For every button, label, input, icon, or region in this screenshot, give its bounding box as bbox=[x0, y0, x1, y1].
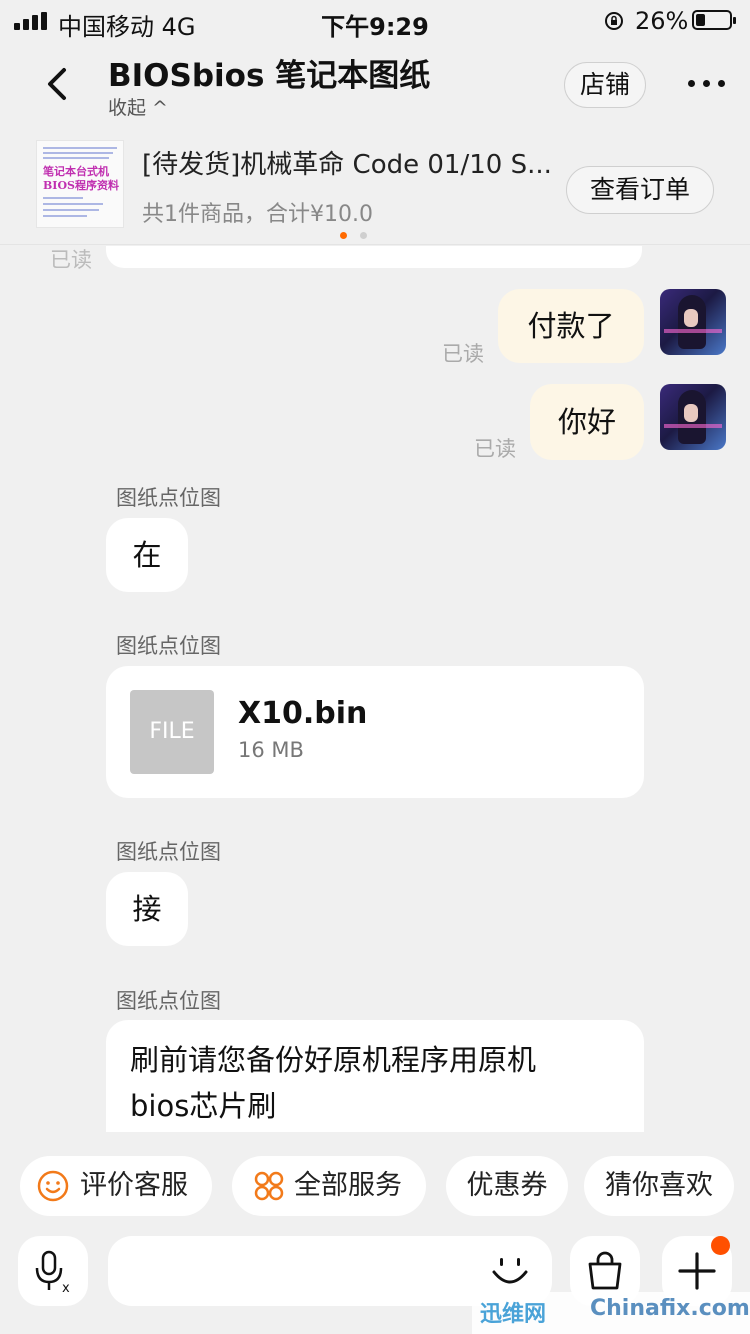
view-order-button[interactable]: 查看订单 bbox=[566, 166, 714, 214]
services-grid-icon bbox=[254, 1171, 284, 1201]
voice-button[interactable]: x bbox=[18, 1236, 88, 1306]
sender-name: 图纸点位图 bbox=[116, 840, 221, 864]
order-summary: 共1件商品，合计¥10.0 bbox=[142, 202, 373, 227]
file-name: X10.bin bbox=[238, 696, 368, 731]
notification-badge bbox=[711, 1236, 730, 1255]
message-text-line: 刷前请您备份好原机程序用原机 bbox=[130, 1043, 537, 1077]
file-icon: FILE bbox=[130, 690, 214, 774]
chip-label: 评价客服 bbox=[80, 1170, 188, 1201]
shop-button[interactable]: 店铺 bbox=[564, 62, 646, 108]
message-bubble-me[interactable]: 付款了 bbox=[498, 289, 644, 363]
status-bar: 中国移动 4G 下午9:29 26% bbox=[0, 0, 750, 42]
recommend-chip[interactable]: 猜你喜欢 bbox=[584, 1156, 734, 1216]
coupon-chip[interactable]: 优惠券 bbox=[446, 1156, 568, 1216]
battery-icon bbox=[692, 10, 736, 30]
rate-service-chip[interactable]: 评价客服 bbox=[20, 1156, 212, 1216]
watermark-logo: 迅维网 bbox=[480, 1302, 547, 1327]
message-text-line: bios芯片刷 bbox=[130, 1089, 277, 1123]
thumbnail-text: BIOS程序资料 bbox=[43, 179, 119, 192]
carousel-dot bbox=[360, 232, 367, 239]
smile-icon bbox=[37, 1170, 69, 1202]
plus-icon bbox=[678, 1252, 716, 1290]
user-avatar[interactable] bbox=[660, 289, 726, 355]
microphone-icon: x bbox=[35, 1250, 70, 1294]
message-bubble-other[interactable]: 在 bbox=[106, 518, 188, 592]
carousel-dot-active bbox=[340, 232, 347, 239]
product-thumbnail[interactable]: 笔记本台式机 BIOS程序资料 bbox=[36, 140, 124, 228]
chip-label: 全部服务 bbox=[294, 1170, 402, 1201]
sender-name: 图纸点位图 bbox=[116, 989, 221, 1013]
message-bubble-other[interactable]: 刷前请您备份好原机程序用原机 bios芯片刷 bbox=[106, 1020, 644, 1132]
order-title[interactable]: [待发货]机械革命 Code 01/10 S... bbox=[142, 144, 562, 181]
read-receipt: 已读 bbox=[50, 248, 92, 272]
more-dots-icon[interactable] bbox=[686, 76, 726, 90]
battery-percent: 26% bbox=[635, 7, 689, 35]
read-receipt: 已读 bbox=[474, 437, 516, 461]
chevron-left-icon[interactable] bbox=[36, 62, 80, 106]
rotation-lock-icon bbox=[605, 12, 623, 30]
conversation-title: BIOSbios 笔记本图纸 bbox=[108, 58, 431, 94]
read-receipt: 已读 bbox=[442, 342, 484, 366]
emoji-icon[interactable] bbox=[490, 1252, 530, 1292]
sender-name: 图纸点位图 bbox=[116, 634, 221, 658]
shopping-bag-icon bbox=[588, 1251, 622, 1290]
all-services-chip[interactable]: 全部服务 bbox=[232, 1156, 426, 1216]
message-bubble-other[interactable]: 接 bbox=[106, 872, 188, 946]
sender-name: 图纸点位图 bbox=[116, 486, 221, 510]
message-bubble-partial[interactable] bbox=[106, 246, 642, 268]
message-bubble-me[interactable]: 你好 bbox=[530, 384, 644, 460]
user-avatar[interactable] bbox=[660, 384, 726, 450]
file-size: 16 MB bbox=[238, 738, 304, 762]
carousel-dots bbox=[340, 232, 370, 240]
watermark-site: Chinafix.com bbox=[590, 1296, 750, 1321]
svg-text:x: x bbox=[62, 1281, 70, 1294]
collapse-toggle[interactable]: 收起 ^ bbox=[108, 93, 168, 120]
